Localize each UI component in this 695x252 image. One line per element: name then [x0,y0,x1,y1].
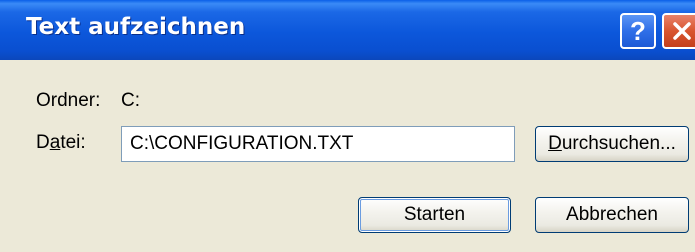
browse-button[interactable]: Durchsuchen... [535,126,689,162]
folder-label: Ordner: [36,90,101,111]
browse-accesskey: D [548,133,562,154]
file-label-accesskey: a [49,132,61,153]
help-icon: ? [630,16,646,46]
close-button[interactable] [662,13,695,49]
start-button[interactable]: Starten [358,197,511,233]
folder-value: C: [121,90,140,111]
close-icon [673,22,691,40]
title-bar[interactable]: Text aufzeichnen ? [0,0,695,60]
file-label-part: D [36,132,50,153]
file-path-input[interactable] [121,126,515,162]
help-button[interactable]: ? [620,13,656,49]
file-label-part: tei: [60,132,86,153]
file-label: Datei: [36,132,86,154]
cancel-button[interactable]: Abbrechen [535,197,689,233]
browse-label: urchsuchen... [561,133,676,154]
dialog-title: Text aufzeichnen [26,14,246,40]
dialog-window: Text aufzeichnen ? Ordner: C: Datei: Dur… [0,0,695,252]
